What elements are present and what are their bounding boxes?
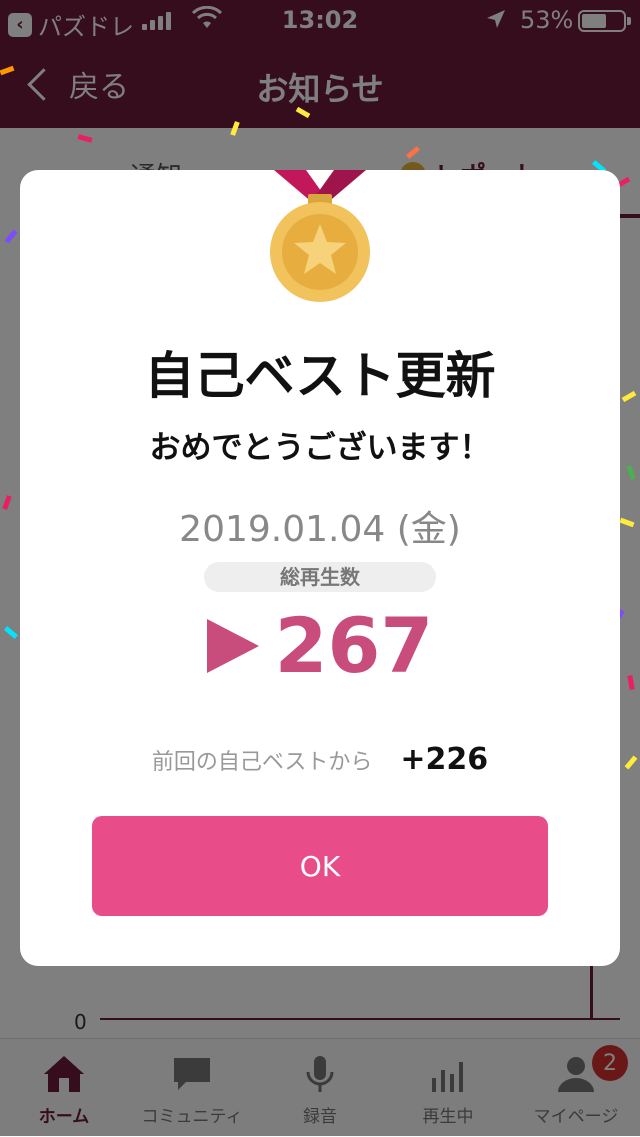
record-date: 2019.01.04 (金) [179, 509, 461, 550]
improvement-label: 前回の自己ベストから [151, 750, 373, 775]
ok-button[interactable]: OK [92, 816, 548, 916]
dialog-heading: 自己ベスト更新 [144, 347, 496, 405]
dialog-subheading: おめでとうございます！ [149, 430, 491, 466]
improvement-value: +226 [400, 742, 489, 777]
personal-best-dialog: 自己ベスト更新 おめでとうございます！ 2019.01.04 (金) 総再生数 … [20, 170, 620, 966]
play-count: 267 [274, 601, 434, 690]
metric-label: 総再生数 [204, 562, 436, 592]
medal-icon [270, 170, 370, 302]
play-icon [206, 619, 259, 673]
improvement-row: 前回の自己ベストから +226 [20, 742, 620, 777]
play-count-row: 267 [20, 608, 620, 684]
